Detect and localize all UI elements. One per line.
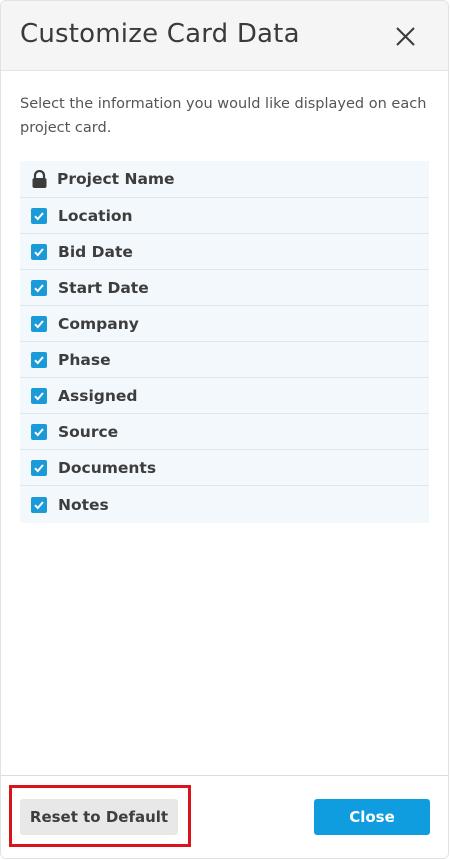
dialog-header: Customize Card Data (1, 1, 448, 71)
check-icon (34, 355, 44, 364)
field-row-phase[interactable]: Phase (20, 342, 429, 378)
checkbox[interactable] (31, 279, 47, 296)
lock-icon (31, 169, 48, 188)
check-icon (34, 463, 44, 472)
checkbox[interactable] (31, 207, 47, 224)
checkbox[interactable] (31, 496, 47, 513)
field-label: Start Date (58, 278, 149, 297)
field-label: Company (58, 314, 139, 333)
reset-to-default-button[interactable]: Reset to Default (20, 799, 178, 835)
checkbox[interactable] (31, 423, 47, 440)
check-icon (34, 427, 44, 436)
checkbox[interactable] (31, 351, 47, 368)
checkbox[interactable] (31, 459, 47, 476)
checkbox[interactable] (31, 243, 47, 260)
field-row-bid-date[interactable]: Bid Date (20, 234, 429, 270)
close-icon[interactable] (395, 26, 416, 47)
field-label: Phase (58, 350, 111, 369)
check-icon (34, 391, 44, 400)
field-row-location[interactable]: Location (20, 198, 429, 234)
field-label: Project Name (57, 170, 175, 188)
check-icon (34, 247, 44, 256)
dialog-description: Select the information you would like di… (20, 96, 427, 136)
checkbox[interactable] (31, 387, 47, 404)
field-label: Location (58, 206, 133, 225)
field-row-documents[interactable]: Documents (20, 450, 429, 486)
customize-card-data-dialog: Customize Card Data Select the informati… (0, 0, 449, 859)
close-button[interactable]: Close (314, 799, 430, 835)
field-row-project-name: Project Name (20, 161, 429, 198)
check-icon (34, 319, 44, 328)
field-label: Notes (58, 495, 109, 514)
field-row-source[interactable]: Source (20, 414, 429, 450)
dialog-title: Customize Card Data (20, 19, 300, 49)
field-row-company[interactable]: Company (20, 306, 429, 342)
check-icon (34, 283, 44, 292)
field-label: Source (58, 422, 119, 441)
field-row-start-date[interactable]: Start Date (20, 270, 429, 306)
check-icon (34, 500, 44, 509)
field-label: Assigned (58, 386, 138, 405)
field-label: Bid Date (58, 242, 133, 261)
field-list: Project Name Location Bid Date Start Dat… (20, 161, 429, 523)
field-row-notes[interactable]: Notes (20, 486, 429, 523)
field-label: Documents (58, 458, 157, 477)
check-icon (34, 211, 44, 220)
field-row-assigned[interactable]: Assigned (20, 378, 429, 414)
checkbox[interactable] (31, 315, 47, 332)
